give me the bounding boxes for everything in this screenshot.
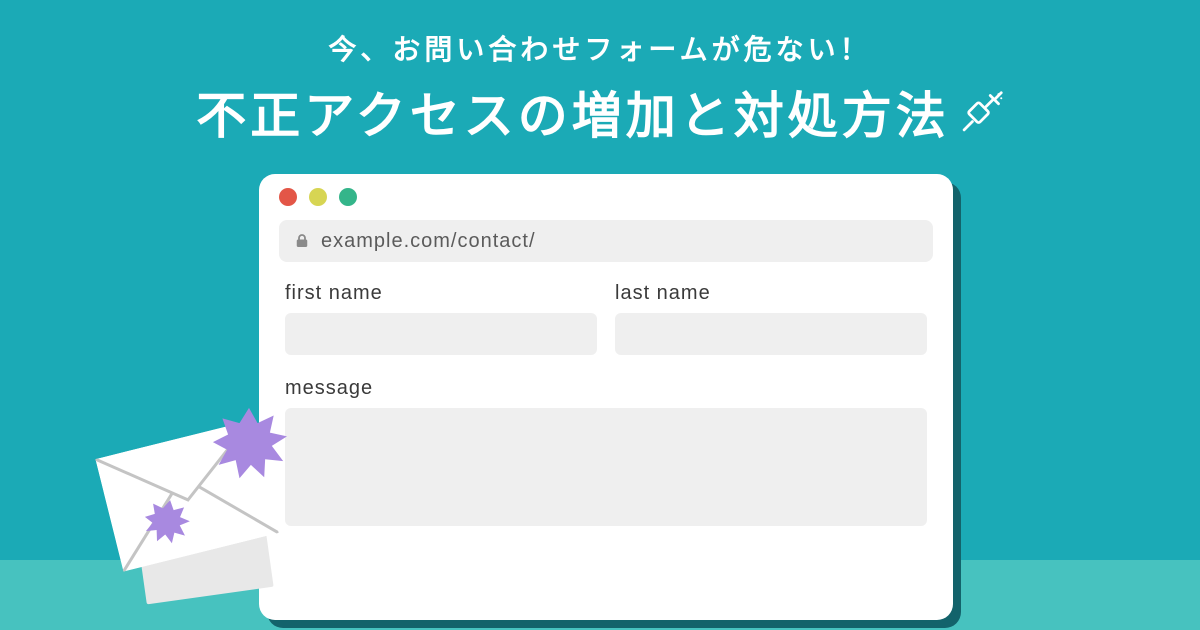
syringe-icon [960, 88, 1004, 132]
address-bar[interactable]: example.com/contact/ [279, 220, 933, 262]
last-name-label: last name [615, 282, 927, 305]
headline-title: 不正アクセスの増加と対処方法 [196, 76, 950, 148]
address-bar-url: example.com/contact/ [321, 230, 536, 253]
name-row: first name last name [285, 282, 927, 355]
window-close-icon[interactable] [279, 188, 297, 206]
browser-window: example.com/contact/ first name last nam… [259, 174, 953, 620]
window-titlebar [259, 174, 953, 220]
envelope-illustration [95, 420, 305, 630]
last-name-field: last name [615, 282, 927, 355]
message-input[interactable] [285, 408, 927, 526]
window-zoom-icon[interactable] [339, 188, 357, 206]
starburst-icon [211, 406, 287, 487]
first-name-label: first name [285, 282, 597, 305]
message-label: message [285, 377, 927, 400]
headline-title-row: 不正アクセスの増加と対処方法 [196, 76, 1004, 148]
window-minimize-icon[interactable] [309, 188, 327, 206]
contact-form: first name last name message [259, 262, 953, 526]
first-name-input[interactable] [285, 313, 597, 355]
headline: 今、お問い合わせフォームが危ない！ 不正アクセスの増加と対処方法 [0, 28, 1200, 148]
message-field: message [285, 377, 927, 526]
last-name-input[interactable] [615, 313, 927, 355]
headline-subtitle: 今、お問い合わせフォームが危ない！ [0, 28, 1200, 68]
first-name-field: first name [285, 282, 597, 355]
lock-icon [293, 232, 311, 250]
starburst-icon [139, 495, 193, 552]
